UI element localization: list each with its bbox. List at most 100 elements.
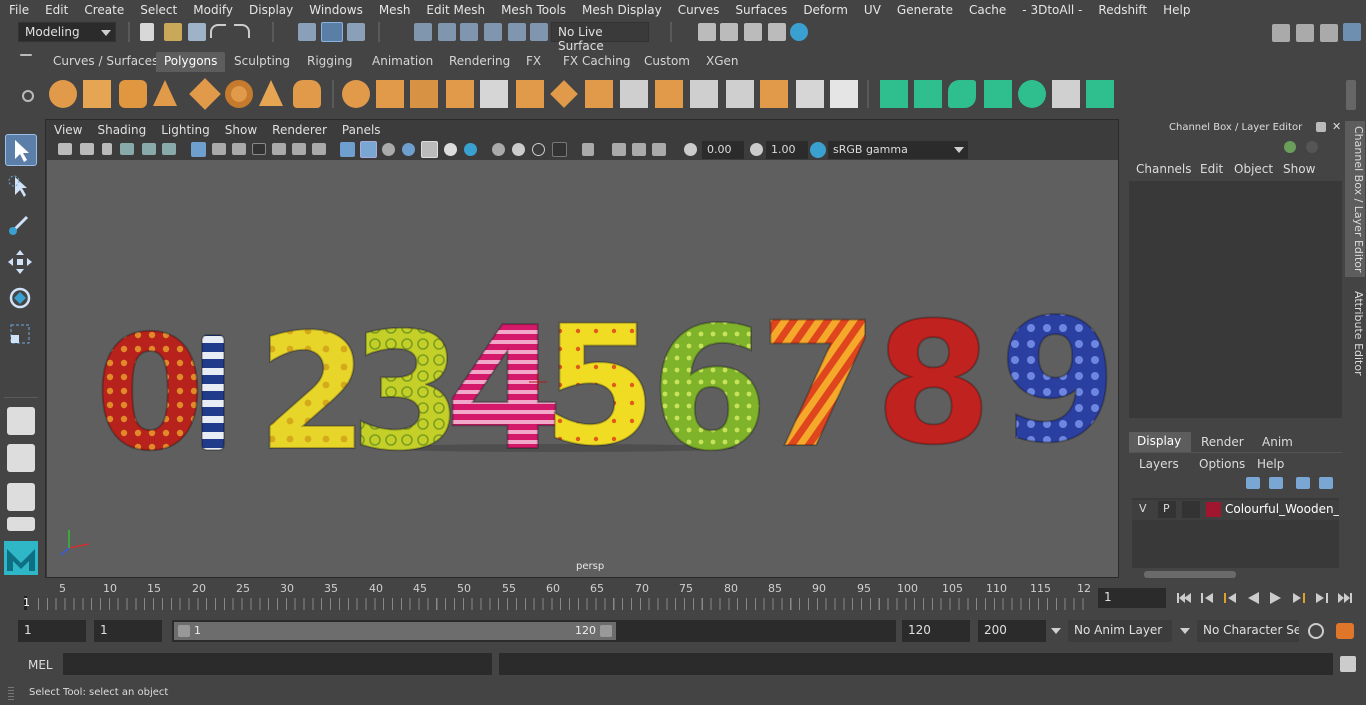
layer-color-swatch[interactable] [1206,502,1221,517]
menu-edit[interactable]: Edit [36,3,75,17]
reduce-icon[interactable] [480,80,508,108]
bridge-icon[interactable] [620,80,648,108]
color-management-icon[interactable] [810,142,826,158]
shelf-tab-xgen[interactable]: XGen [698,52,747,72]
viewport-menu-view[interactable]: View [46,123,89,137]
menu-cache[interactable]: Cache [960,3,1013,17]
wireframe-on-shaded-icon[interactable] [402,143,415,156]
shelf-tab-sculpting[interactable]: Sculpting [226,52,298,72]
snap-vertex-icon[interactable] [530,23,548,41]
textured-icon[interactable] [421,141,438,158]
smooth-shade-icon[interactable] [360,141,377,158]
shadows-icon[interactable] [464,143,477,156]
float-panel-icon[interactable] [1316,122,1326,132]
relax-brush-icon[interactable] [948,80,976,108]
channel-box-side-tab[interactable]: Channel Box / Layer Editor [1345,121,1365,277]
layer-scrollbar[interactable] [1132,571,1339,578]
menu-help[interactable]: Help [1154,3,1197,17]
menu-3dtoall[interactable]: - 3DtoAll - [1013,3,1089,17]
mel-label[interactable]: MEL [28,658,53,672]
shelf-tab-rigging[interactable]: Rigging [299,52,360,72]
shelf-settings-gear-icon[interactable] [22,90,34,102]
menu-edit-mesh[interactable]: Edit Mesh [417,3,492,17]
3d-viewport[interactable]: 0 2 3 4 5 6 7 8 9 persp [47,160,1118,577]
gamma-field[interactable]: 1.00 [766,141,808,159]
hypershade-icon[interactable] [790,23,808,41]
grid-toggle-icon[interactable] [191,142,206,157]
fill-hole-icon[interactable] [726,80,754,108]
playback-end-field[interactable]: 120 [902,620,970,642]
shelf-scroll-arrows-icon[interactable] [1346,80,1356,110]
smooth-brush-icon[interactable] [914,80,942,108]
range-slider[interactable]: 1 120 [172,620,896,642]
digit-1-model[interactable] [201,334,225,451]
camera-attributes-icon[interactable] [80,143,94,155]
shelf-tab-polygons[interactable]: Polygons [156,52,226,72]
step-back-key-icon[interactable] [1222,590,1238,606]
poly-cube-icon[interactable] [83,80,111,108]
extrude-icon[interactable] [585,80,613,108]
snap-view-plane-icon[interactable] [484,23,502,41]
single-perspective-layout-icon[interactable] [7,407,35,435]
color-space-dropdown[interactable]: sRGB gamma [828,141,968,159]
digit-0-model[interactable]: 0 [94,301,206,487]
layer-options-menu[interactable]: Options [1199,457,1245,471]
tab-render[interactable]: Render [1201,435,1244,449]
channel-object-menu[interactable]: Object [1234,162,1273,176]
checker-icon[interactable] [1052,80,1080,108]
menu-redshift[interactable]: Redshift [1089,3,1154,17]
digit-7-model[interactable]: 7 [758,284,880,487]
menu-generate[interactable]: Generate [888,3,960,17]
menu-mesh-tools[interactable]: Mesh Tools [492,3,573,17]
planar-mapping-icon[interactable] [760,80,788,108]
safe-action-icon[interactable] [292,143,306,155]
smooth-icon[interactable] [446,80,474,108]
multisample-aa-icon[interactable] [532,143,545,156]
multi-cut-icon[interactable] [550,80,578,108]
animation-start-field[interactable]: 1 [18,620,86,642]
range-slider-start-handle[interactable] [178,625,190,637]
select-tool-icon[interactable] [5,134,37,166]
uv-editor-icon[interactable] [830,80,858,108]
script-editor-icon[interactable] [1340,656,1356,672]
exposure-field[interactable]: 0.00 [702,141,744,159]
default-material-icon[interactable] [382,143,395,156]
mel-command-input[interactable] [63,653,492,675]
ipr-render-icon[interactable] [744,23,762,41]
attribute-editor-toggle-icon[interactable] [1296,24,1314,42]
layer-playback-toggle[interactable]: P [1158,501,1176,518]
layer-row[interactable]: V P Colourful_Wooden_Nu [1132,500,1339,520]
time-slider[interactable]: 5 10 15 20 25 30 35 40 45 50 55 60 65 70… [0,580,1366,615]
character-set-dropdown[interactable]: No Character Set [1197,620,1299,642]
depth-of-field-icon[interactable] [552,142,567,157]
menu-create[interactable]: Create [75,3,131,17]
menu-modify[interactable]: Modify [184,3,240,17]
shelf-menu-icon[interactable] [20,54,32,56]
move-layer-down-icon[interactable] [1269,477,1283,489]
snap-surface-icon[interactable] [508,23,526,41]
poly-pipe-icon[interactable] [293,80,321,108]
new-scene-icon[interactable] [140,23,154,41]
channel-box-toggle-icon[interactable] [1343,23,1361,41]
append-polygon-icon[interactable] [690,80,718,108]
layers-menu[interactable]: Layers [1139,457,1179,471]
paint-select-tool-icon[interactable] [5,209,37,241]
rotate-tool-icon[interactable] [5,283,37,315]
isolate-select-icon[interactable] [582,143,594,156]
2d-pan-zoom-icon[interactable] [142,143,156,155]
step-forward-key-icon[interactable] [1291,590,1307,606]
menu-uv[interactable]: UV [855,3,888,17]
range-slider-end-handle[interactable] [600,625,612,637]
grease-pencil-icon[interactable] [162,143,176,155]
workspace-dropdown[interactable]: Modeling [18,22,116,42]
resolution-gate-icon[interactable] [232,143,246,155]
menu-surfaces[interactable]: Surfaces [726,3,794,17]
tab-anim[interactable]: Anim [1262,435,1293,449]
animation-end-field[interactable]: 200 [978,620,1046,642]
scrollbar-thumb[interactable] [1144,571,1236,578]
automatic-mapping-icon[interactable] [796,80,824,108]
use-all-lights-icon[interactable] [444,143,457,156]
safe-title-icon[interactable] [312,143,326,155]
play-backwards-icon[interactable] [1245,590,1261,606]
play-forwards-icon[interactable] [1268,590,1284,606]
